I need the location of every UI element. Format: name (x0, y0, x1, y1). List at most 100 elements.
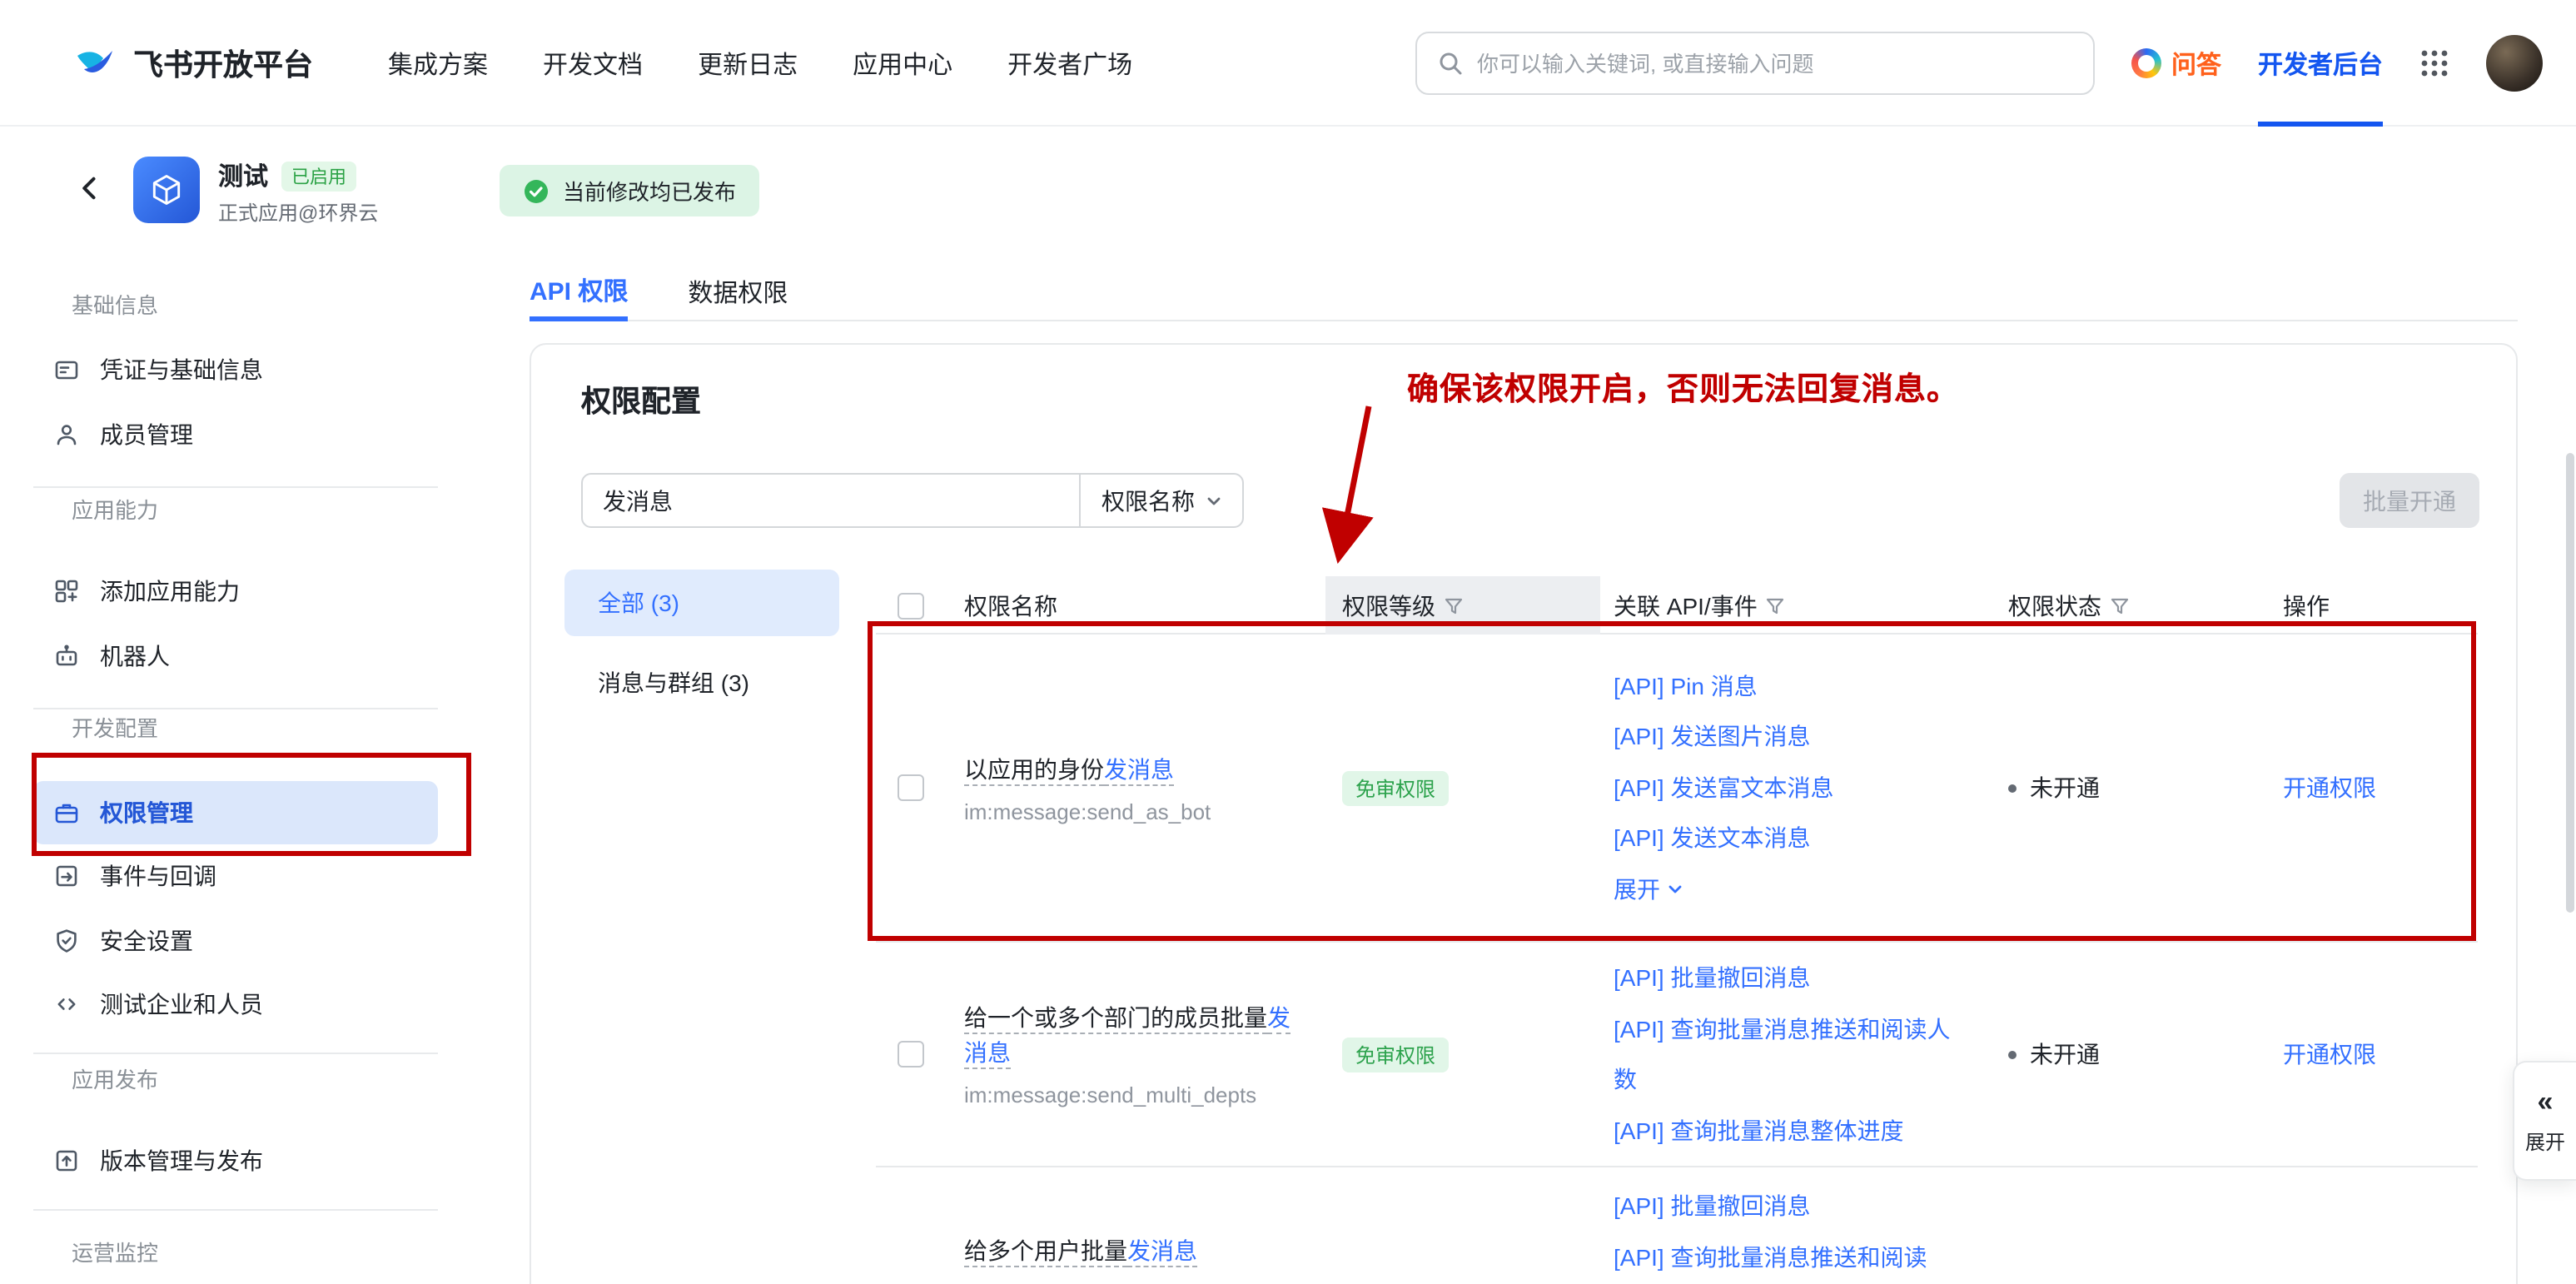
permission-name-cell: 以应用的身份发消息 im:message:send_as_bot (964, 635, 1305, 941)
row-checkbox[interactable] (898, 774, 924, 801)
filter-funnel-icon[interactable] (2110, 595, 2130, 615)
filter-funnel-icon[interactable] (1444, 595, 1464, 615)
sidebar-divider (33, 1053, 438, 1054)
api-link[interactable]: [API] 批量撤回消息 (1614, 953, 1972, 1003)
level-badge: 免审权限 (1342, 1037, 1449, 1072)
expand-link[interactable]: 展开 (1614, 864, 1972, 915)
api-link[interactable]: [API] 查询批量消息整体进度 (1614, 1105, 1972, 1156)
app-subtitle: 正式应用@环界云 (218, 198, 378, 226)
qa-link[interactable]: 问答 (2131, 46, 2221, 81)
api-link[interactable]: [API] 发送富文本消息 (1614, 763, 1972, 814)
nav-item-dev-square[interactable]: 开发者广场 (1007, 46, 1132, 81)
sidebar-item-bot[interactable]: 机器人 (33, 625, 438, 688)
sidebar-section-dev-config: 开发配置 (72, 713, 158, 746)
expand-panel-label: 展开 (2525, 1127, 2565, 1155)
table-row: 给多个用户批量发消息 [API] 批量撤回消息 [API] 查询批量消息推送和阅… (876, 1167, 2478, 1284)
permission-name-text: 给多个用户批量 (964, 1237, 1127, 1267)
permission-name[interactable]: 给多个用户批量发消息 (964, 1234, 1305, 1269)
filter-item-message-group[interactable]: 消息与群组 (3) (564, 649, 839, 716)
publish-status-text: 当前修改均已发布 (563, 175, 736, 207)
security-icon (53, 928, 80, 954)
api-link[interactable]: [API] 发送文本消息 (1614, 814, 1972, 864)
expand-panel-button[interactable]: « 展开 (2513, 1061, 2576, 1181)
header-api-cell: 关联 API/事件 (1614, 576, 1786, 635)
brand[interactable]: 飞书开放平台 (73, 0, 313, 127)
bulk-enable-button[interactable]: 批量开通 (2340, 473, 2479, 528)
vertical-scrollbar-thumb[interactable] (2566, 453, 2574, 913)
filter-item-all[interactable]: 全部 (3) (564, 570, 839, 636)
nav-item-app-center[interactable]: 应用中心 (853, 46, 952, 81)
action-cell: 开通权限 (2283, 635, 2376, 941)
api-link[interactable]: [API] 批量撤回消息 (1614, 1181, 1972, 1232)
app-name: 测试 (218, 158, 268, 193)
topnav-search-input[interactable] (1477, 51, 2073, 76)
sidebar-section-basic-info: 基础信息 (72, 290, 158, 323)
permission-search-input[interactable] (603, 487, 1059, 514)
select-all-checkbox-cell (898, 576, 924, 635)
table-row: 以应用的身份发消息 im:message:send_as_bot 免审权限 [A… (876, 635, 2478, 943)
category-filter-list: 全部 (3) 消息与群组 (3) (564, 570, 839, 729)
nav-item-changelog[interactable]: 更新日志 (698, 46, 798, 81)
sidebar-item-members[interactable]: 成员管理 (33, 403, 438, 466)
sidebar-item-label: 事件与回调 (100, 859, 216, 893)
page: 飞书开放平台 集成方案 开发文档 更新日志 应用中心 开发者广场 问答 开发者后… (0, 0, 2576, 1284)
tab-data-permission[interactable]: 数据权限 (688, 263, 788, 321)
sidebar-item-add-capability[interactable]: 添加应用能力 (33, 560, 438, 623)
filter-funnel-icon[interactable] (1766, 595, 1786, 615)
select-all-checkbox[interactable] (898, 592, 924, 619)
permission-name[interactable]: 给一个或多个部门的成员批量发消息 (964, 1001, 1305, 1071)
row-checkbox[interactable] (898, 1041, 924, 1068)
sidebar-item-permissions[interactable]: 权限管理 (33, 781, 438, 844)
permission-name[interactable]: 以应用的身份发消息 (964, 752, 1305, 787)
topnav-search[interactable] (1415, 32, 2095, 95)
sidebar-item-credentials[interactable]: 凭证与基础信息 (33, 338, 438, 401)
robot-icon (53, 643, 80, 669)
nav-item-docs[interactable]: 开发文档 (543, 46, 643, 81)
header-status: 权限状态 (2008, 589, 2101, 622)
apps-grid-icon[interactable] (2419, 48, 2449, 78)
back-button[interactable] (75, 173, 105, 203)
header-status-cell: 权限状态 (2008, 576, 2130, 635)
api-link[interactable]: [API] Pin 消息 (1614, 661, 1972, 712)
permission-icon (53, 799, 80, 826)
sidebar-item-label: 版本管理与发布 (100, 1144, 263, 1177)
permission-search-field[interactable] (583, 475, 1079, 526)
sidebar-divider (33, 1209, 438, 1211)
header-level: 权限等级 (1342, 589, 1435, 622)
sidebar-item-events[interactable]: 事件与回调 (33, 844, 438, 908)
table-row: 给一个或多个部门的成员批量发消息 im:message:send_multi_d… (876, 943, 2478, 1167)
nav-developer-console[interactable]: 开发者后台 (2258, 0, 2383, 127)
sidebar-item-security[interactable]: 安全设置 (33, 909, 438, 973)
sidebar-divider (33, 486, 438, 488)
qa-label: 问答 (2171, 46, 2221, 81)
sidebar-item-test-company[interactable]: 测试企业和人员 (33, 973, 438, 1036)
enable-permission-link[interactable]: 开通权限 (2283, 1038, 2376, 1071)
top-navigation: 飞书开放平台 集成方案 开发文档 更新日志 应用中心 开发者广场 问答 开发者后… (0, 0, 2576, 127)
sidebar-item-label: 添加应用能力 (100, 575, 240, 608)
app-icon (133, 157, 200, 223)
nav-item-integration[interactable]: 集成方案 (388, 46, 488, 81)
api-link[interactable]: [API] 查询批量消息推送和阅读人数 (1614, 1003, 1972, 1105)
members-icon (53, 421, 80, 448)
permission-name-highlight: 发消息 (1104, 755, 1174, 785)
permission-name-text: 给一个或多个部门的成员批量 (964, 1004, 1267, 1034)
enabled-badge: 已启用 (281, 161, 356, 191)
sidebar-item-label: 安全设置 (100, 924, 193, 958)
sidebar-item-version-release[interactable]: 版本管理与发布 (33, 1129, 438, 1192)
header-api: 关联 API/事件 (1614, 589, 1758, 622)
user-avatar[interactable] (2486, 35, 2543, 92)
permission-name-text: 以应用的身份 (964, 755, 1104, 785)
level-badge: 免审权限 (1342, 770, 1449, 805)
permission-table: 权限名称 权限等级 关联 API/事件 权限状态 操作 (876, 576, 2478, 1284)
search-icon (1437, 50, 1464, 77)
double-chevron-left-icon: « (2538, 1087, 2554, 1115)
search-filter-select[interactable]: 权限名称 (1079, 475, 1242, 526)
api-link[interactable]: [API] 发送图片消息 (1614, 712, 1972, 763)
enable-permission-link[interactable]: 开通权限 (2283, 771, 2376, 804)
tab-api-permission[interactable]: API 权限 (530, 263, 628, 321)
sidebar-section-monitoring: 运营监控 (72, 1237, 158, 1271)
related-api-cell: [API] 批量撤回消息 [API] 查询批量消息推送和阅读人数 [API] 查… (1614, 943, 1972, 1166)
sidebar-divider (33, 708, 438, 709)
api-link[interactable]: [API] 查询批量消息推送和阅读 (1614, 1232, 1972, 1282)
primary-nav: 集成方案 开发文档 更新日志 应用中心 开发者广场 (388, 0, 1132, 127)
